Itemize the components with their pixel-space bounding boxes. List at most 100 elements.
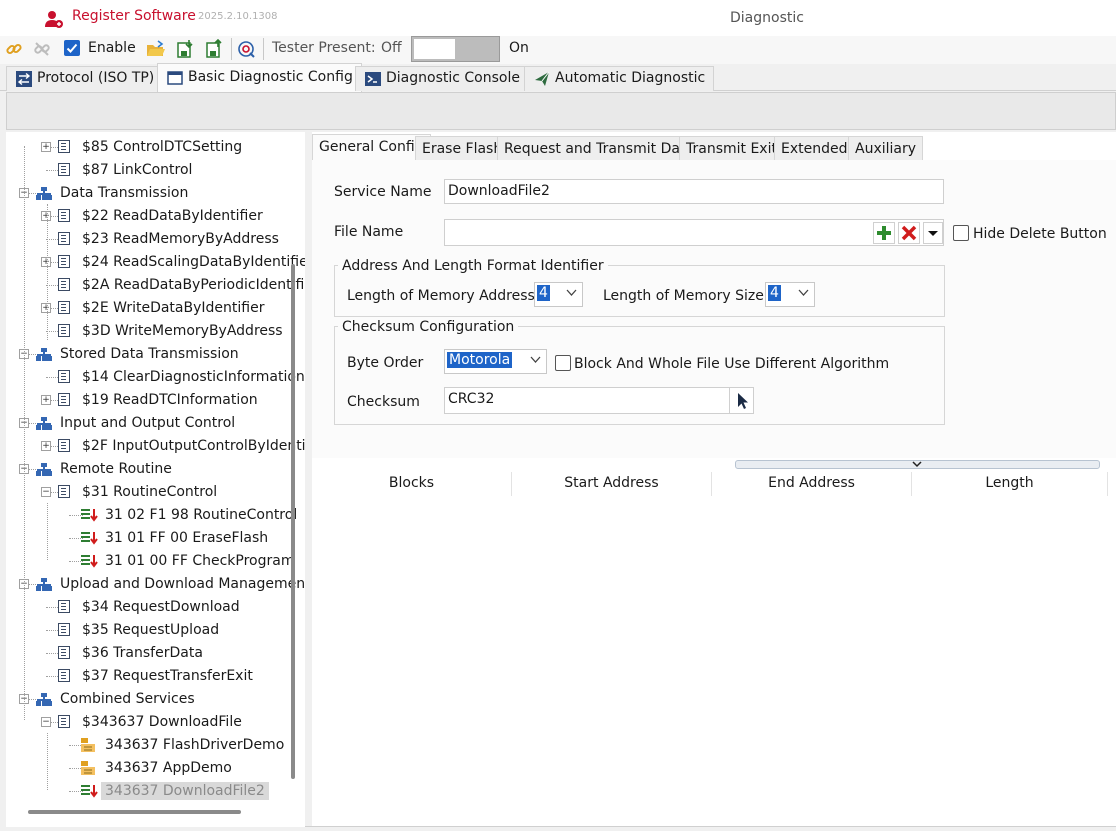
delete-file-button[interactable] (898, 222, 920, 244)
tree-item-service[interactable]: − $343637 DownloadFile (0, 711, 300, 733)
tree-item-label[interactable]: 31 01 00 FF CheckProgram (101, 552, 299, 570)
file-dropdown-button[interactable] (923, 222, 943, 244)
expand-icon[interactable]: + (41, 142, 51, 152)
add-file-button[interactable] (873, 222, 895, 244)
subtab-request-transmit-data[interactable]: Request and Transmit Data (497, 136, 701, 160)
tree-item-label[interactable]: $22 ReadDataByIdentifier (78, 207, 267, 225)
tab-automatic-diagnostic[interactable]: Automatic Diagnostic (524, 66, 715, 91)
tree-item-label[interactable]: $23 ReadMemoryByAddress (78, 230, 283, 248)
subtab-transmit-exit[interactable]: Transmit Exit (679, 136, 784, 160)
tree-horizontal-scrollbar[interactable] (28, 810, 241, 814)
splitter-gap[interactable] (305, 132, 312, 827)
tester-present-toggle[interactable] (411, 36, 500, 62)
collapse-icon[interactable]: − (41, 717, 51, 727)
memory-address-length-select[interactable]: 4 (534, 282, 583, 307)
diagnostic-scan-icon[interactable] (236, 39, 256, 59)
service-name-input[interactable]: DownloadFile2 (444, 179, 944, 204)
tree-item-service[interactable]: $23 ReadMemoryByAddress (0, 228, 300, 250)
tree-item-label[interactable]: $343637 DownloadFile (78, 713, 246, 731)
tree-item-label[interactable]: Stored Data Transmission (56, 345, 243, 363)
open-folder-icon[interactable] (146, 39, 166, 59)
tree-item-service[interactable]: $14 ClearDiagnosticInformation (0, 366, 305, 388)
tree-item-service[interactable]: $87 LinkControl (0, 159, 300, 181)
tree-item-label[interactable]: $2A ReadDataByPeriodicIdentifie (78, 276, 317, 294)
tree-item-label[interactable]: 343637 DownloadFile2 (101, 782, 269, 800)
tree-item-label[interactable]: 343637 AppDemo (101, 759, 236, 777)
tree-item-label[interactable]: $36 TransferData (78, 644, 207, 662)
tree-item-label[interactable]: $19 ReadDTCInformation (78, 391, 262, 409)
different-algorithm-label[interactable]: Block And Whole File Use Different Algor… (574, 356, 889, 372)
enable-checkbox[interactable] (64, 40, 80, 56)
column-header-start-address[interactable]: Start Address (512, 472, 712, 496)
tree-item-label[interactable]: $2E WriteDataByIdentifier (78, 299, 268, 317)
tree-item-label[interactable]: $31 RoutineControl (78, 483, 221, 501)
tree-item-service[interactable]: $35 RequestUpload (0, 619, 300, 641)
expand-icon[interactable]: + (41, 257, 51, 267)
column-header-end-address[interactable]: End Address (712, 472, 912, 496)
tree-item-label[interactable]: $14 ClearDiagnosticInformation (78, 368, 309, 386)
subtab-extended[interactable]: Extended (774, 136, 855, 160)
tree-item-label[interactable]: Upload and Download Management (56, 575, 315, 593)
tree-item-group[interactable]: − Data Transmission (0, 182, 300, 204)
tree-item-group[interactable]: − Combined Services (0, 688, 300, 710)
tree-item-file[interactable]: 343637 AppDemo (0, 757, 300, 779)
checksum-pick-button[interactable] (729, 388, 753, 413)
tree-item-service[interactable]: $36 TransferData (0, 642, 300, 664)
tab-basic-diagnostic-config[interactable]: Basic Diagnostic Config (157, 63, 362, 92)
tree-item-service[interactable]: $34 RequestDownload (0, 596, 300, 618)
disconnect-icon[interactable] (32, 39, 52, 59)
tree-item-service[interactable]: + $19 ReadDTCInformation (0, 389, 300, 411)
connect-icon[interactable] (4, 39, 24, 59)
tree-item-service[interactable]: − $31 RoutineControl (0, 481, 300, 503)
tree-item-service[interactable]: + $22 ReadDataByIdentifier (0, 205, 300, 227)
column-header-length[interactable]: Length (912, 472, 1108, 496)
checksum-input[interactable]: CRC32 (444, 387, 754, 414)
tree-item-service[interactable]: $2A ReadDataByPeriodicIdentifie (0, 274, 313, 296)
tree-item-label[interactable]: Combined Services (56, 690, 199, 708)
column-header-blocks[interactable]: Blocks (312, 472, 512, 496)
tree-vertical-scrollbar[interactable] (291, 264, 295, 779)
subtab-auxiliary[interactable]: Auxiliary (848, 136, 924, 160)
tree-item-label[interactable]: $87 LinkControl (78, 161, 196, 179)
tree-item-label[interactable]: $85 ControlDTCSetting (78, 138, 246, 156)
tree-item-service[interactable]: + $85 ControlDTCSetting (0, 136, 300, 158)
expand-icon[interactable]: + (41, 395, 51, 405)
tree-item-group[interactable]: − Remote Routine (0, 458, 300, 480)
tree-item-label[interactable]: Data Transmission (56, 184, 192, 202)
tree-item-group[interactable]: − Input and Output Control (0, 412, 300, 434)
tree-item-service[interactable]: + $2F InputOutputControlByIdenti (0, 435, 306, 457)
expand-icon[interactable]: + (41, 441, 51, 451)
tree-item-label[interactable]: $3D WriteMemoryByAddress (78, 322, 287, 340)
byte-order-select[interactable]: Motorola (444, 349, 547, 374)
hide-delete-label[interactable]: Hide Delete Button (973, 226, 1107, 242)
tree-item-label[interactable]: $37 RequestTransferExit (78, 667, 257, 685)
collapse-icon[interactable]: − (41, 487, 51, 497)
tree-item-label[interactable]: Input and Output Control (56, 414, 239, 432)
tab-diagnostic-console[interactable]: Diagnostic Console (355, 66, 529, 91)
tree-item-service[interactable]: $37 RequestTransferExit (0, 665, 300, 687)
memory-size-length-select[interactable]: 4 (765, 282, 815, 307)
tree-item-label[interactable]: Remote Routine (56, 460, 176, 478)
tree-item-routine[interactable]: 31 02 F1 98 RoutineControl (0, 504, 300, 526)
expand-icon[interactable]: + (41, 303, 51, 313)
enable-label[interactable]: Enable (88, 40, 136, 56)
tree-item-label[interactable]: $2F InputOutputControlByIdenti (78, 437, 310, 455)
register-user-icon[interactable] (44, 9, 64, 29)
toggle-knob[interactable] (414, 39, 455, 59)
file-name-input[interactable] (444, 219, 944, 246)
tree-item-label[interactable]: 343637 FlashDriverDemo (101, 736, 288, 754)
tree-item-service[interactable]: + $2E WriteDataByIdentifier (0, 297, 300, 319)
subtab-erase-flash[interactable]: Erase Flash (415, 136, 510, 160)
tree-item-group[interactable]: − Upload and Download Management (0, 573, 311, 595)
tree-item-label[interactable]: $35 RequestUpload (78, 621, 223, 639)
tree-item-service[interactable]: $3D WriteMemoryByAddress (0, 320, 300, 342)
different-algorithm-checkbox[interactable] (555, 355, 571, 371)
tree-item-routine[interactable]: 31 01 FF 00 EraseFlash (0, 527, 300, 549)
tree-item-label[interactable]: 31 01 FF 00 EraseFlash (101, 529, 272, 547)
subtab-general-config[interactable]: General Config (312, 134, 431, 161)
tree-item-service[interactable]: + $24 ReadScalingDataByIdentifier (0, 251, 313, 273)
tab-protocol[interactable]: Protocol (ISO TP) (6, 66, 164, 91)
panel-splitter[interactable] (735, 460, 1100, 469)
hide-delete-checkbox[interactable] (953, 225, 969, 241)
register-software-link[interactable]: Register Software (72, 8, 196, 24)
